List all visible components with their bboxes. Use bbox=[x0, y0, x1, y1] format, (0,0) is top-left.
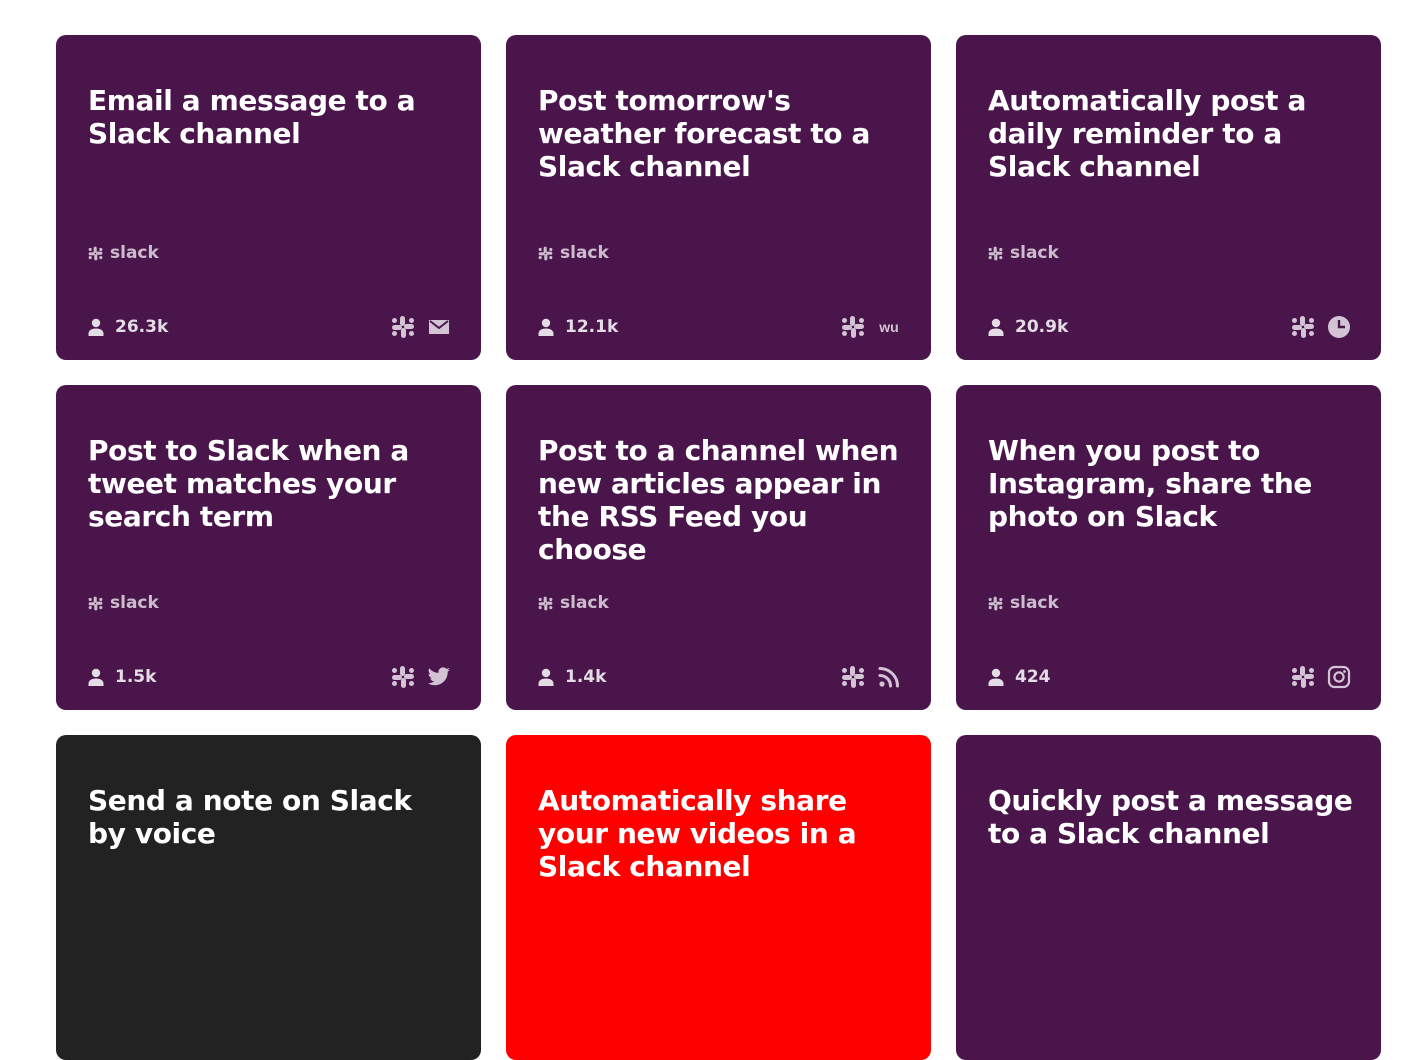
applet-card[interactable]: When you post to Instagram, share the ph… bbox=[956, 385, 1381, 710]
weather-underground-icon: wu bbox=[877, 315, 901, 339]
user-count-value: 12.1k bbox=[565, 317, 619, 337]
service-icons bbox=[841, 665, 901, 689]
service-name: slack bbox=[110, 593, 159, 613]
weather-underground-label: wu bbox=[878, 319, 898, 335]
user-count-value: 26.3k bbox=[115, 317, 169, 337]
applet-title: Quickly post a message to a Slack channe… bbox=[988, 784, 1353, 850]
service-name: slack bbox=[560, 593, 609, 613]
twitter-icon bbox=[427, 665, 451, 689]
applet-card[interactable]: Post to a channel when new articles appe… bbox=[506, 385, 931, 710]
slack-icon bbox=[538, 596, 553, 611]
email-icon bbox=[427, 315, 451, 339]
service-icons bbox=[1291, 665, 1351, 689]
applet-card[interactable]: Quickly post a message to a Slack channe… bbox=[956, 735, 1381, 1060]
service-name: slack bbox=[1010, 593, 1059, 613]
service-icons bbox=[1291, 315, 1351, 339]
slack-icon bbox=[538, 246, 553, 261]
applet-service: slack bbox=[538, 593, 609, 613]
applet-footer: 20.9k bbox=[988, 314, 1351, 340]
applet-footer: 12.1k wu bbox=[538, 314, 901, 340]
slack-icon bbox=[88, 246, 103, 261]
user-count: 424 bbox=[988, 667, 1051, 687]
service-name: slack bbox=[110, 243, 159, 263]
applet-card[interactable]: Automatically post a daily reminder to a… bbox=[956, 35, 1381, 360]
user-icon bbox=[538, 318, 554, 336]
service-name: slack bbox=[1010, 243, 1059, 263]
slack-icon bbox=[841, 665, 865, 689]
service-icons bbox=[391, 315, 451, 339]
applet-footer: 1.5k bbox=[88, 664, 451, 690]
clock-icon bbox=[1327, 315, 1351, 339]
instagram-icon bbox=[1327, 665, 1351, 689]
user-icon bbox=[88, 668, 104, 686]
slack-icon bbox=[391, 665, 415, 689]
rss-icon bbox=[877, 665, 901, 689]
slack-icon bbox=[1291, 665, 1315, 689]
slack-icon bbox=[988, 596, 1003, 611]
applet-title: Automatically post a daily reminder to a… bbox=[988, 84, 1306, 183]
applet-title: Post to Slack when a tweet matches your … bbox=[88, 434, 409, 533]
applet-card[interactable]: Email a message to a Slack channel slack… bbox=[56, 35, 481, 360]
user-count: 20.9k bbox=[988, 317, 1068, 337]
service-icons bbox=[391, 665, 451, 689]
applet-footer: 424 bbox=[988, 664, 1351, 690]
applet-service: slack bbox=[988, 593, 1059, 613]
service-name: slack bbox=[560, 243, 609, 263]
user-icon bbox=[538, 668, 554, 686]
user-count-value: 1.5k bbox=[115, 667, 157, 687]
user-count-value: 424 bbox=[1015, 667, 1051, 687]
user-icon bbox=[88, 318, 104, 336]
applet-title: When you post to Instagram, share the ph… bbox=[988, 434, 1312, 533]
applet-card[interactable]: Post tomorrow's weather forecast to a Sl… bbox=[506, 35, 931, 360]
slack-icon bbox=[841, 315, 865, 339]
applet-service: slack bbox=[538, 243, 609, 263]
user-count: 1.5k bbox=[88, 667, 156, 687]
applet-card[interactable]: Automatically share your new videos in a… bbox=[506, 735, 931, 1060]
applet-title: Post to a channel when new articles appe… bbox=[538, 434, 899, 566]
applet-service: slack bbox=[88, 593, 159, 613]
user-count: 26.3k bbox=[88, 317, 168, 337]
applet-card[interactable]: Send a note on Slack by voice bbox=[56, 735, 481, 1060]
applet-service: slack bbox=[988, 243, 1059, 263]
applet-service: slack bbox=[88, 243, 159, 263]
applet-grid: Email a message to a Slack channel slack… bbox=[56, 35, 1381, 1060]
user-count: 12.1k bbox=[538, 317, 618, 337]
user-count-value: 20.9k bbox=[1015, 317, 1069, 337]
user-icon bbox=[988, 318, 1004, 336]
applet-footer: 26.3k bbox=[88, 314, 451, 340]
applet-title: Email a message to a Slack channel bbox=[88, 84, 416, 150]
applet-card[interactable]: Post to Slack when a tweet matches your … bbox=[56, 385, 481, 710]
slack-icon bbox=[1291, 315, 1315, 339]
user-count-value: 1.4k bbox=[565, 667, 607, 687]
slack-icon bbox=[988, 246, 1003, 261]
applet-footer: 1.4k bbox=[538, 664, 901, 690]
slack-icon bbox=[88, 596, 103, 611]
slack-icon bbox=[391, 315, 415, 339]
applet-title: Send a note on Slack by voice bbox=[88, 784, 412, 850]
service-icons: wu bbox=[841, 315, 901, 339]
applet-title: Automatically share your new videos in a… bbox=[538, 784, 857, 883]
applet-title: Post tomorrow's weather forecast to a Sl… bbox=[538, 84, 870, 183]
user-icon bbox=[988, 668, 1004, 686]
user-count: 1.4k bbox=[538, 667, 606, 687]
